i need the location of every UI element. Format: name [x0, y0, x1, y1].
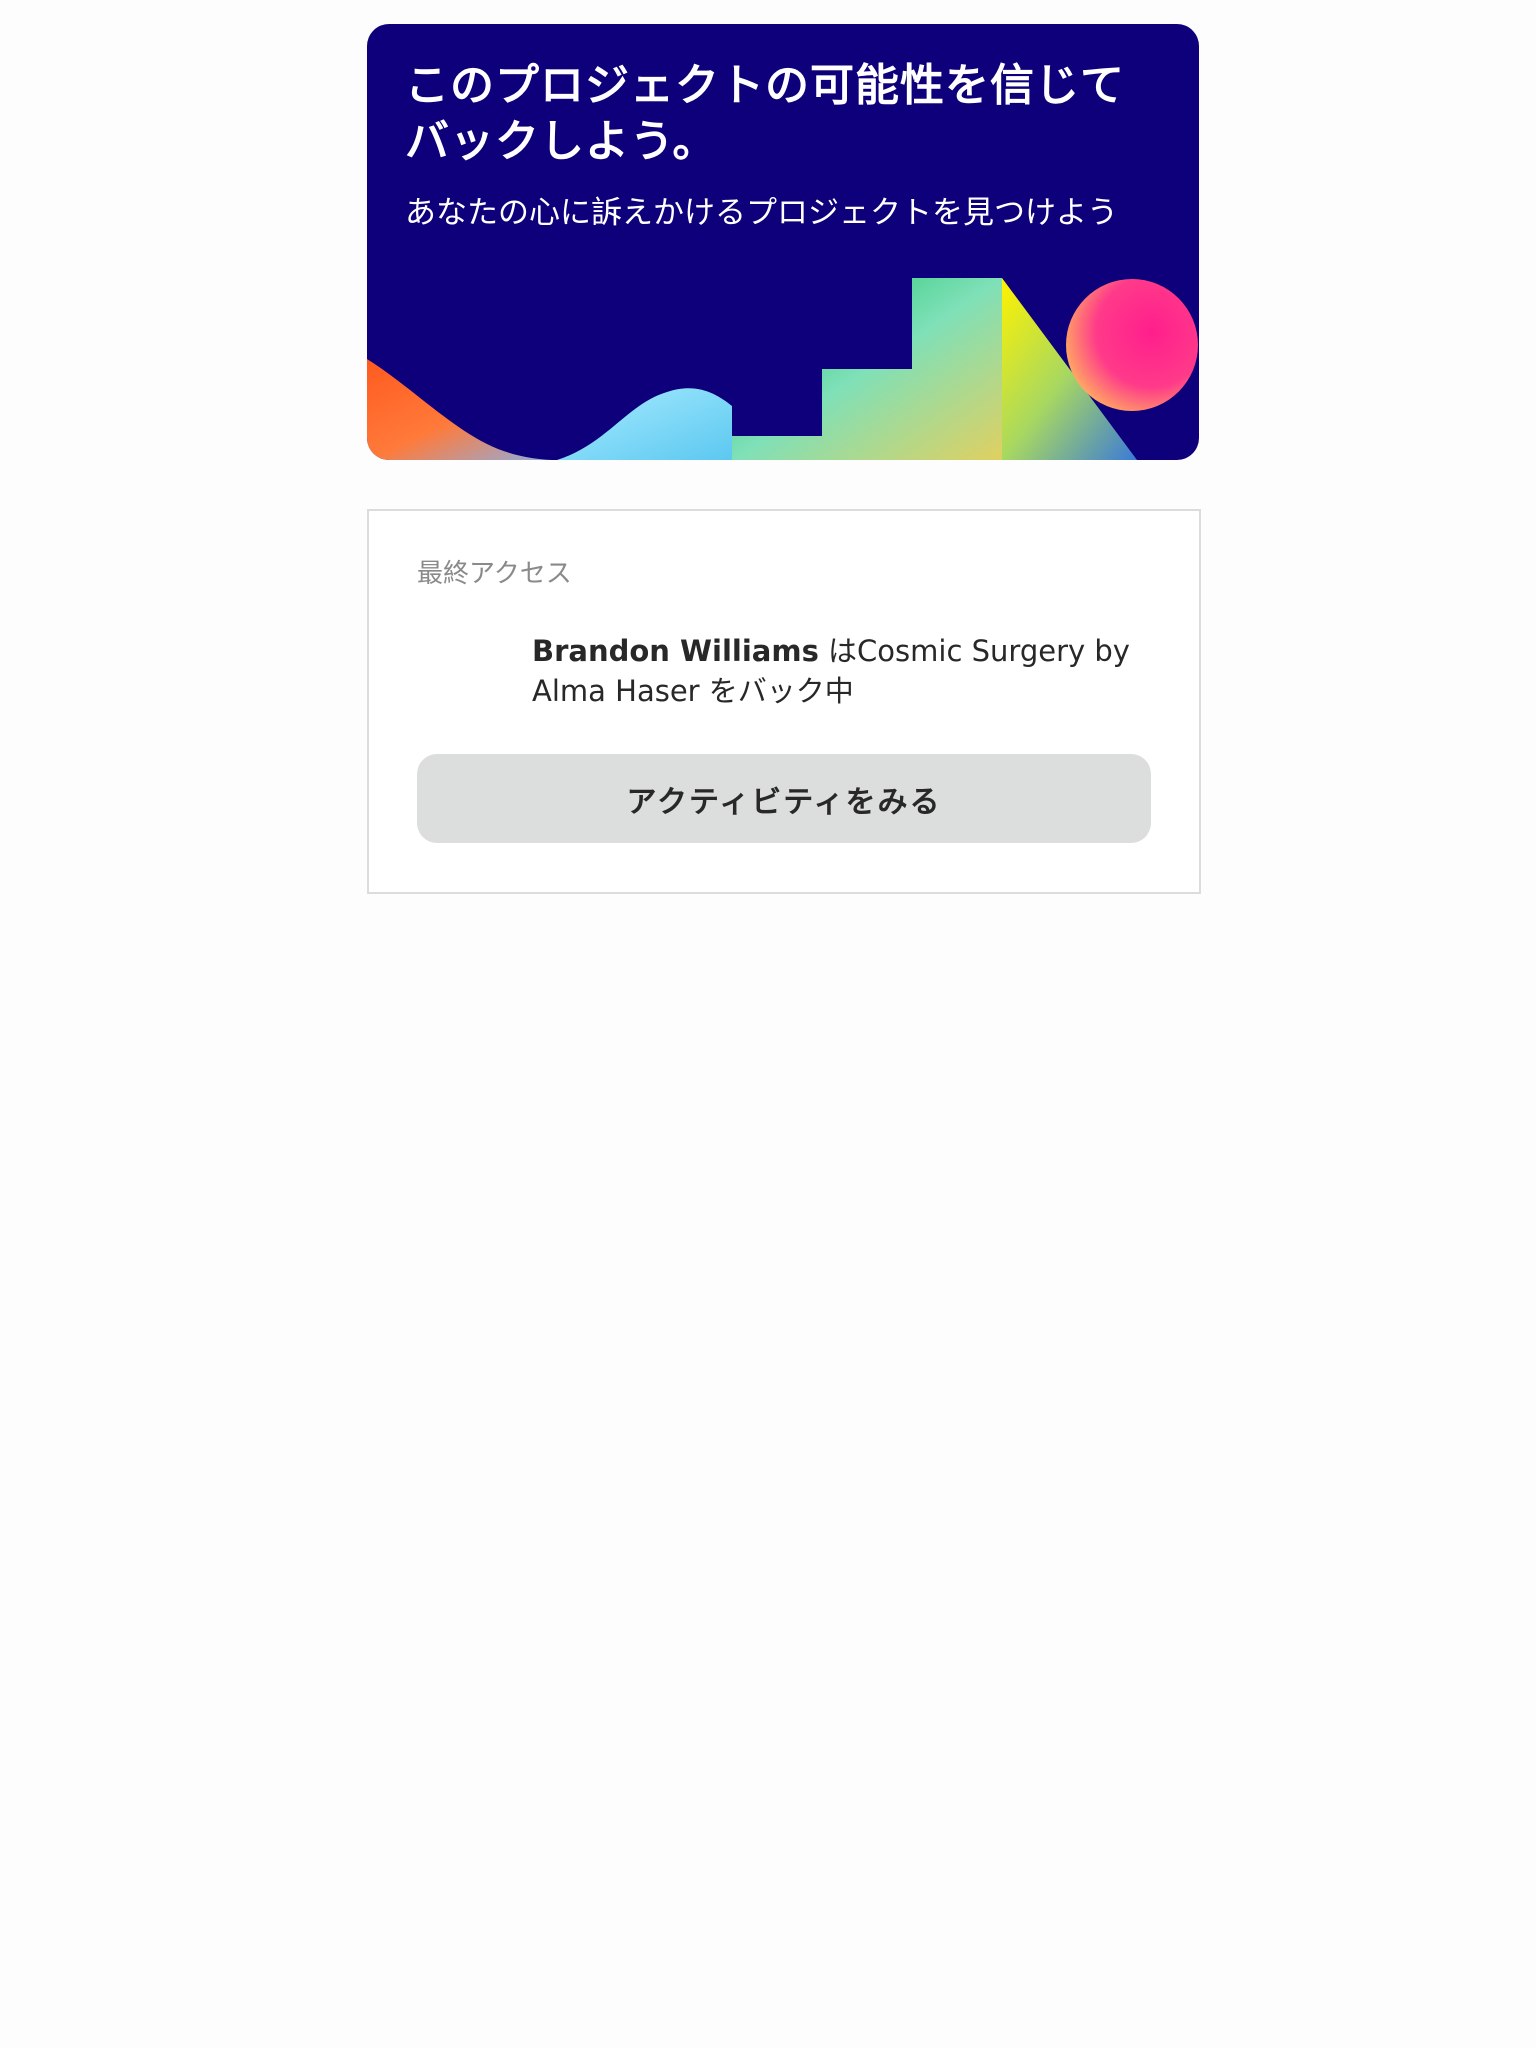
blue-wave-shape	[557, 388, 732, 460]
activity-text: Brandon Williams はCosmic Surgery by Alma…	[532, 631, 1132, 711]
card-label: 最終アクセス	[417, 559, 572, 589]
green-steps-shape	[732, 278, 1002, 460]
view-activity-button[interactable]: アクティビティをみる	[417, 754, 1151, 843]
hero-banner: このプロジェクトの可能性を信じてバックしよう。 あなたの心に訴えかけるプロジェク…	[367, 24, 1199, 460]
orange-wave-shape	[367, 359, 587, 460]
backer-name[interactable]: Brandon Williams	[532, 634, 819, 668]
recent-activity-card: 最終アクセス Brandon Williams はCosmic Surgery …	[367, 509, 1201, 894]
hero-title: このプロジェクトの可能性を信じてバックしよう。	[405, 60, 1125, 167]
hero-subtitle: あなたの心に訴えかけるプロジェクトを見つけよう	[405, 195, 1118, 231]
pink-circle-shape	[1066, 279, 1198, 411]
page: このプロジェクトの可能性を信じてバックしよう。 あなたの心に訴えかけるプロジェク…	[0, 0, 1536, 2048]
